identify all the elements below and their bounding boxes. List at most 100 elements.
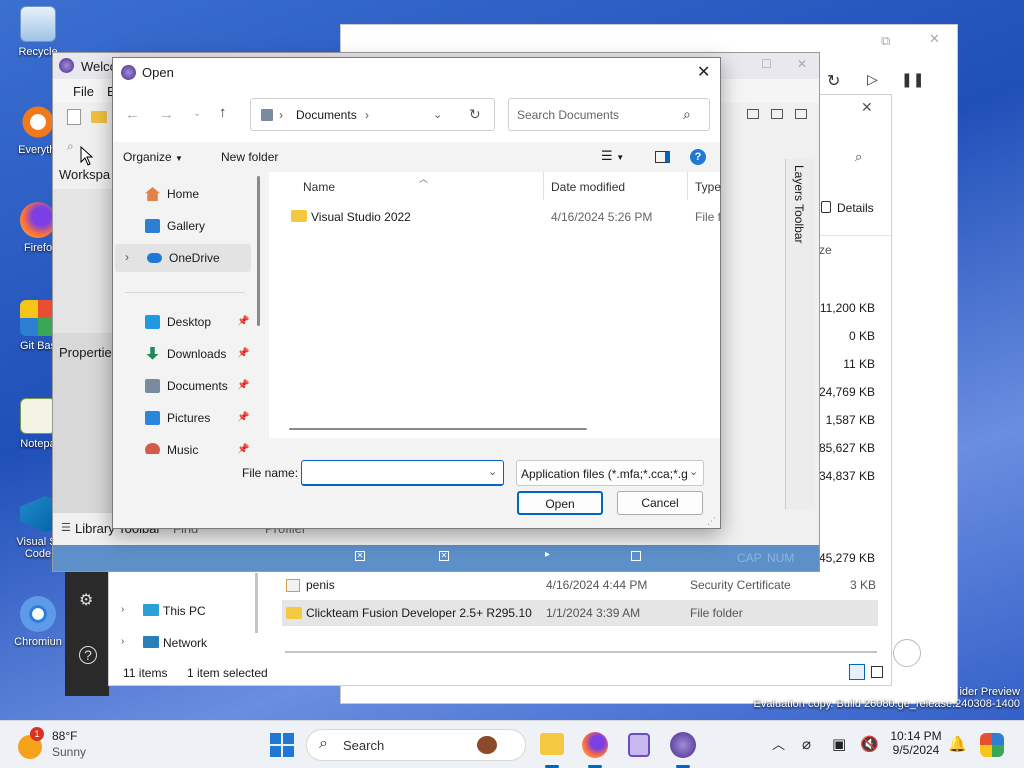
open-button[interactable]: Open: [517, 491, 603, 515]
search-documents-input[interactable]: Search Documents ⌕: [508, 98, 710, 131]
file-explorer-taskbar-icon[interactable]: [540, 733, 564, 755]
pin-icon[interactable]: 📌: [237, 412, 249, 423]
resize-grip-icon[interactable]: ⋰: [707, 516, 716, 527]
fusion-taskbar-icon[interactable]: [670, 732, 696, 758]
layout-icon-1[interactable]: [747, 109, 759, 119]
organize-button[interactable]: Organize ▼: [123, 150, 195, 166]
cloud-icon: [147, 253, 162, 263]
clock[interactable]: 10:14 PM 9/5/2024: [890, 729, 942, 761]
nav-splitter[interactable]: [255, 573, 258, 633]
weather-temp: 88°F: [52, 729, 78, 743]
chevron-right-icon[interactable]: ›: [125, 250, 129, 264]
pin-icon[interactable]: 📌: [237, 348, 249, 359]
column-header-type[interactable]: Type: [695, 180, 721, 194]
pin-icon[interactable]: 📌: [237, 444, 249, 454]
chevron-right-icon[interactable]: ›: [121, 604, 124, 615]
refresh-icon[interactable]: ↻: [469, 106, 481, 123]
maximize-icon[interactable]: ⧉: [881, 33, 890, 49]
horizontal-scrollbar[interactable]: [289, 428, 587, 430]
pin-icon[interactable]: 📌: [237, 316, 249, 327]
notification-bell-icon[interactable]: 🔔: [948, 721, 967, 768]
start-button[interactable]: [270, 733, 294, 757]
chevron-right-icon[interactable]: ›: [121, 636, 124, 647]
details-view-icon[interactable]: [849, 664, 865, 680]
weather-widget[interactable]: 1 88°F Sunny: [14, 727, 104, 763]
nav-scrollbar[interactable]: [257, 176, 260, 326]
dialog-close-icon[interactable]: ✕: [697, 62, 710, 82]
nav-pictures[interactable]: Pictures 📌: [113, 404, 249, 432]
address-bar[interactable]: › Documents › ⌄ ↻: [250, 98, 495, 131]
layout-icon-2[interactable]: [771, 109, 783, 119]
chevron-down-icon[interactable]: ⌄: [488, 465, 497, 478]
preview-pane-icon[interactable]: [655, 151, 670, 163]
fusion-maximize-icon[interactable]: ☐: [761, 57, 772, 71]
copilot-icon[interactable]: [980, 733, 1004, 757]
settings-sliders-icon[interactable]: ⚙: [79, 590, 93, 610]
size-column-header[interactable]: ze: [819, 243, 832, 257]
help-icon[interactable]: ?: [690, 149, 706, 165]
file-name-combobox[interactable]: ⌄: [301, 460, 504, 486]
nav-this-pc[interactable]: › This PC: [119, 601, 259, 623]
row-size: 3 KB: [849, 578, 876, 592]
file-type-select[interactable]: Application files (*.mfa;*.cca;*.g ⌄: [516, 460, 704, 486]
column-divider[interactable]: [543, 172, 544, 200]
taskbar-search[interactable]: ⌕ Search: [306, 729, 526, 761]
search-small-icon[interactable]: ⌕: [67, 139, 74, 154]
certificate-icon: [286, 579, 300, 592]
view-menu-icon[interactable]: ☰ ▼: [601, 148, 624, 164]
forward-arrow-icon[interactable]: →: [159, 106, 174, 123]
close-icon[interactable]: ✕: [929, 31, 940, 47]
weather-badge: 1: [30, 727, 44, 741]
help-icon[interactable]: ?: [79, 646, 97, 664]
table-row[interactable]: penis 4/16/2024 4:44 PM Security Certifi…: [282, 572, 878, 598]
chevron-right-icon[interactable]: ›: [365, 108, 369, 122]
pause-icon[interactable]: ❚❚: [901, 71, 924, 88]
network-icon[interactable]: ⌀: [802, 721, 811, 768]
status-icon-3[interactable]: [631, 551, 641, 561]
new-folder-button[interactable]: New folder: [221, 150, 278, 164]
breadcrumb-documents[interactable]: Documents: [296, 108, 357, 122]
nav-music[interactable]: Music 📌: [113, 436, 249, 454]
cancel-button[interactable]: Cancel: [617, 491, 703, 515]
layout-icon-3[interactable]: [795, 109, 807, 119]
notepad-taskbar-icon[interactable]: [628, 733, 650, 757]
nav-network[interactable]: › Network: [119, 633, 259, 655]
fusion-close-icon[interactable]: ✕: [797, 57, 807, 71]
display-icon[interactable]: ▣: [832, 721, 846, 768]
nav-gallery[interactable]: Gallery: [113, 212, 249, 240]
address-dropdown-icon[interactable]: ⌄: [433, 108, 442, 121]
refresh-icon[interactable]: ↻: [827, 71, 840, 91]
explorer-search-button[interactable]: ⌕: [809, 135, 893, 179]
nav-desktop[interactable]: Desktop 📌: [113, 308, 249, 336]
explorer-close-icon[interactable]: ✕: [861, 99, 873, 116]
pin-icon[interactable]: 📌: [237, 380, 249, 391]
status-icon-1[interactable]: ✕: [355, 551, 365, 561]
volume-muted-icon[interactable]: 🔇: [860, 721, 879, 768]
table-row-selected[interactable]: Clickteam Fusion Developer 2.5+ R295.10 …: [282, 600, 878, 626]
menu-file[interactable]: File: [73, 84, 94, 99]
open-folder-icon[interactable]: [91, 111, 107, 123]
column-divider[interactable]: [687, 172, 688, 200]
status-icon-2[interactable]: ✕: [439, 551, 449, 561]
play-icon[interactable]: ▷: [867, 71, 878, 88]
tiles-view-icon[interactable]: [871, 666, 883, 678]
nav-downloads[interactable]: Downloads 📌: [113, 340, 249, 368]
chromium-icon[interactable]: Chromiun: [10, 596, 66, 648]
details-label: Details: [837, 201, 874, 215]
file-row[interactable]: Visual Studio 2022 4/16/2024 5:26 PM Fil…: [279, 204, 720, 230]
details-pane-button[interactable]: Details: [821, 199, 891, 219]
horizontal-scrollbar[interactable]: [285, 651, 877, 653]
firefox-taskbar-icon[interactable]: [582, 732, 608, 758]
show-hidden-icons-chevron[interactable]: ︿: [772, 721, 785, 768]
recycle-bin-icon[interactable]: Recycle: [10, 6, 66, 58]
up-arrow-icon[interactable]: ↑: [219, 104, 227, 121]
nav-home[interactable]: Home: [113, 180, 249, 208]
back-arrow-icon[interactable]: ←: [125, 106, 140, 123]
recent-dropdown-icon[interactable]: ⌄: [193, 108, 201, 119]
column-header-name[interactable]: Name: [303, 180, 335, 194]
column-header-date[interactable]: Date modified: [551, 180, 625, 194]
nav-documents[interactable]: Documents 📌: [113, 372, 249, 400]
nav-divider: [125, 292, 245, 293]
nav-onedrive[interactable]: › OneDrive: [115, 244, 251, 272]
new-file-icon[interactable]: [67, 109, 81, 125]
